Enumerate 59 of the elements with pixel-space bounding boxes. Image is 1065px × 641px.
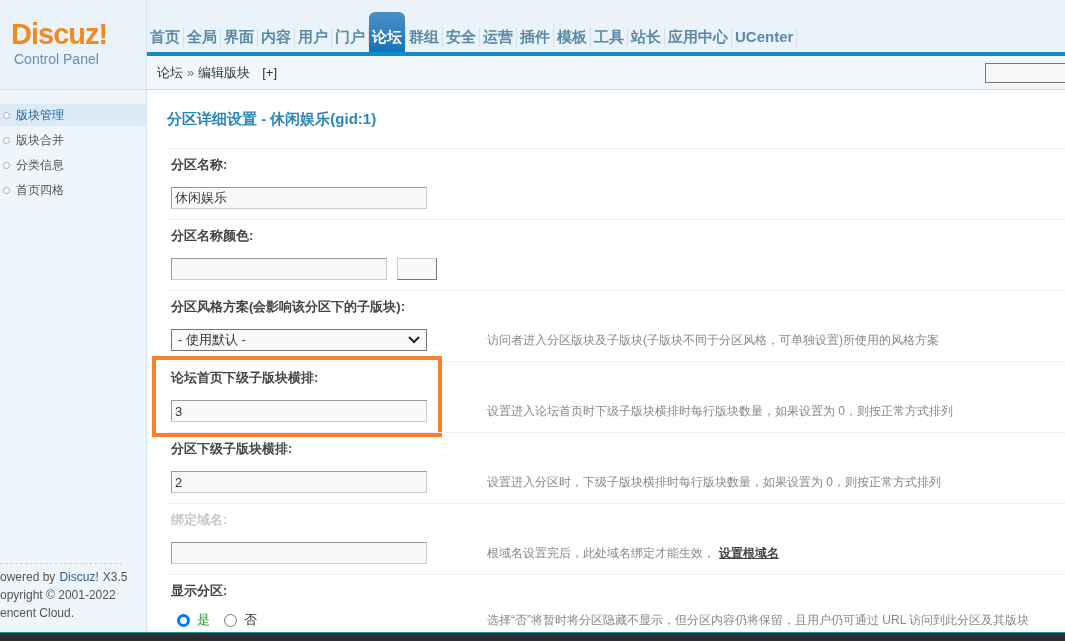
search-field[interactable] [985,62,1065,83]
radio-button[interactable] [224,613,237,627]
breadcrumb-separator: » [187,63,195,82]
nav-tab[interactable]: 群组 [406,22,442,52]
text-field[interactable]: 2 [171,471,427,493]
nav-tab[interactable]: 用户 [295,22,331,52]
field-label: 分区名称: [171,156,229,174]
add-shortcut-link[interactable]: [+] [262,62,278,83]
company-text: encent Cloud. [0,605,76,622]
nav-tab[interactable]: 工具 [591,22,627,52]
radio-button[interactable] [177,613,190,627]
field-hint: 设置进入分区时，下级子版块横排时每行版块数量，如果设置为 0，则按正常方式排列 [487,474,941,491]
bullet-icon [3,186,10,194]
radio-label: 否 [244,611,257,630]
nav-tab[interactable]: 内容 [258,22,294,52]
logo-title: Discuz! [11,18,109,50]
text-field[interactable]: 休闲娱乐 [171,187,427,209]
nav-tab[interactable]: 界面 [221,22,257,52]
nav-tab[interactable]: 插件 [517,22,553,52]
sidebar-item[interactable]: 版块合并 [0,129,146,151]
nav-tab[interactable]: 模板 [554,22,590,52]
powered-by-text: owered by [0,569,56,586]
color-swatch[interactable] [397,258,437,280]
sidebar-item[interactable]: 版块管理 [0,104,146,126]
field-hint: 根域名设置完后，此处域名绑定才能生效， 设置根域名 [487,545,779,562]
discuz-link[interactable]: Discuz! [59,568,99,586]
field-hint: 设置进入论坛首页时下级子版块横排时每行版块数量，如果设置为 0，则按正常方式排列 [487,403,953,420]
nav-tab[interactable]: 站长 [628,22,664,52]
breadcrumb-link[interactable]: 论坛 [157,62,183,83]
nav-tab[interactable]: 应用中心 [665,22,731,52]
nav-tab[interactable]: 论坛 [369,12,405,52]
nav-tab[interactable]: 门户 [332,22,368,52]
copyright-text: opyright © 2001-2022 [0,587,117,604]
field-hint: 访问者进入分区版块及子版块(子版块不同于分区风格，可单独设置)所使用的风格方案 [487,332,939,349]
page-title: 分区详细设置 - 休闲娱乐(gid:1) [167,109,378,128]
field-label: 显示分区: [171,582,229,600]
bullet-icon [3,111,10,119]
nav-tab[interactable]: UCenter [732,22,797,52]
logo-subtitle: Control Panel [13,50,100,68]
nav-tab[interactable]: 运营 [480,22,516,52]
bullet-icon [3,136,10,144]
radio-label: 是 [197,611,210,630]
field-label: 分区下级子版块横排: [171,440,294,458]
sidebar-item[interactable]: 首页四格 [0,179,146,201]
style-select[interactable]: - 使用默认 - [171,329,427,351]
version-text: X3.5 [102,569,128,586]
nav-tab[interactable]: 首页 [147,22,183,52]
bullet-icon [3,161,10,169]
chevron-down-icon [408,336,420,344]
field-label: 论坛首页下级子版块横排: [171,369,320,387]
sidebar-item[interactable]: 分类信息 [0,154,146,176]
text-field[interactable] [171,258,387,280]
field-label: 分区名称颜色: [171,227,255,245]
text-field[interactable]: 3 [171,400,427,422]
field-label: 分区风格方案(会影响该分区下的子版块): [171,298,406,316]
breadcrumb-current: 编辑版块 [198,63,251,82]
nav-tab[interactable]: 安全 [443,22,479,52]
field-hint: 选择“否”将暂时将分区隐藏不显示，但分区内容仍将保留，且用户仍可通过 URL 访问到此分区及其版块 [487,612,1030,629]
nav-tab[interactable]: 全局 [184,22,220,52]
